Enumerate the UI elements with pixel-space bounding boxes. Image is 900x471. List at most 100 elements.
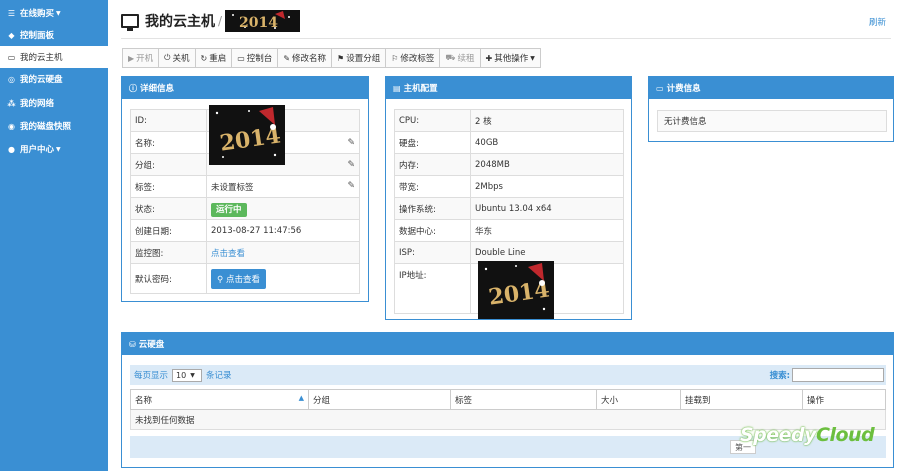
sidebar-item-label: 我的云主机 (20, 53, 63, 63)
panel-header: ⓘ 详细信息 (122, 77, 368, 99)
sidebar-item-my-hosts[interactable]: ▭ 我的云主机 (0, 46, 108, 68)
table-row: 默认密码: ⚲ 点击查看 (130, 263, 360, 294)
button-label: 开机 (136, 54, 154, 64)
column-header-mounted[interactable]: 挂载到 (680, 389, 803, 410)
row-key: 名称: (130, 131, 207, 154)
row-key: ISP: (394, 241, 471, 264)
monitor-icon: ▭ (7, 52, 16, 62)
column-header-tags[interactable]: 标签 (450, 389, 597, 410)
play-icon: ▶ (128, 53, 135, 63)
caret-down-icon: ▼ (56, 145, 61, 153)
renew-button[interactable]: ⛟ 续租 (439, 48, 481, 68)
console-icon: ▭ (237, 53, 245, 63)
status-badge: 运行中 (211, 202, 247, 217)
row-key: 创建日期: (130, 219, 207, 242)
table-row: 创建日期: 2013-08-27 11:47:56 (130, 219, 360, 242)
row-key: IP地址: (394, 263, 471, 314)
panel-header: ▭ 计费信息 (649, 77, 893, 99)
host-id-image: 2014 (209, 105, 285, 165)
snapshot-icon: ◉ (8, 121, 15, 131)
credit-card-icon: ▭ (656, 83, 664, 93)
table-row: 操作系统: Ubuntu 13.04 x64 (394, 197, 624, 220)
row-value: 2013-08-27 11:47:56 (206, 219, 360, 242)
row-key: 硬盘: (394, 131, 471, 154)
watermark-part2: Cloud (816, 424, 875, 446)
server-icon: ▤ (393, 83, 401, 93)
info-icon: ⓘ (129, 83, 137, 93)
sidebar-item-my-disks[interactable]: ◎ 我的云硬盘 (0, 68, 108, 90)
button-label: 点击查看 (225, 274, 260, 285)
caret-down-icon: ▼ (56, 9, 61, 17)
sidebar-item-purchase[interactable]: ☰ 在线购买 ▼ (0, 2, 108, 24)
row-key: CPU: (394, 109, 471, 132)
button-label: 重启 (209, 54, 227, 64)
sidebar-item-label: 在线购买 (20, 9, 55, 19)
disk-icon: ◎ (8, 74, 15, 84)
button-label: 修改名称 (292, 54, 327, 64)
table-row: 硬盘: 40GB (394, 131, 624, 154)
column-header-group[interactable]: 分组 (308, 389, 451, 410)
ip-address-image: 2014 (478, 261, 554, 319)
row-value: ⚲ 点击查看 (206, 263, 360, 294)
edit-icon: ✎ (283, 53, 291, 63)
row-value: 运行中 (206, 197, 360, 220)
button-label: 关机 (172, 54, 190, 64)
monitor-chart-link[interactable]: 点击查看 (211, 249, 245, 259)
view-password-button[interactable]: ⚲ 点击查看 (211, 268, 266, 289)
disk-icon: ⛁ (129, 339, 136, 349)
panel-title: 计费信息 (666, 84, 701, 94)
per-page-select[interactable]: 10 ▼ (172, 368, 203, 382)
edit-tags-button[interactable]: ⚐ 修改标签 (385, 48, 441, 68)
panel-title: 云硬盘 (138, 340, 165, 350)
table-row: 标签: 未设置标签 ✎ (130, 175, 360, 198)
row-key: 监控图: (130, 241, 207, 264)
button-label: 续租 (457, 54, 475, 64)
panel-title: 详细信息 (140, 84, 175, 94)
other-actions-dropdown[interactable]: ✚ 其他操作 ▼ (479, 48, 541, 68)
page-title: 我的云主机 (145, 14, 215, 30)
power-on-button[interactable]: ▶ 开机 (122, 48, 160, 68)
sidebar-item-my-network[interactable]: ⁂ 我的网络 (0, 92, 108, 114)
row-value: 点击查看 (206, 241, 360, 264)
column-header-size[interactable]: 大小 (596, 389, 681, 410)
search-input[interactable] (792, 368, 884, 382)
sidebar-item-label: 我的网络 (20, 99, 55, 109)
row-key: 带宽: (394, 175, 471, 198)
edit-icon[interactable]: ✎ (347, 160, 355, 170)
column-header-actions[interactable]: 操作 (802, 389, 886, 410)
table-row: 状态: 运行中 (130, 197, 360, 220)
restart-button[interactable]: ↻ 重启 (194, 48, 233, 68)
row-value: 40GB (470, 131, 624, 154)
rename-button[interactable]: ✎ 修改名称 (277, 48, 333, 68)
table-row: CPU: 2 核 (394, 109, 624, 132)
button-label: 设置分组 (346, 54, 381, 64)
refresh-link[interactable]: 刷新 (869, 16, 886, 28)
console-button[interactable]: ▭ 控制台 (231, 48, 279, 68)
column-header-name[interactable]: 名称 ▲ (130, 389, 309, 410)
search-icon: ⚲ (217, 274, 226, 285)
divider (121, 38, 891, 39)
power-off-button[interactable]: ⏻ 关机 (158, 48, 196, 68)
button-label: 控制台 (246, 54, 273, 64)
watermark-part1: Speedy (740, 424, 817, 446)
row-value: 华东 (470, 219, 624, 242)
row-key: 分组: (130, 153, 207, 176)
panel-header: ▤ 主机配置 (386, 77, 631, 99)
sidebar-item-user-center[interactable]: ● 用户中心 ▼ (0, 138, 108, 160)
edit-icon[interactable]: ✎ (347, 138, 355, 148)
edit-icon[interactable]: ✎ (347, 181, 355, 191)
sidebar-item-label: 我的磁盘快照 (20, 122, 72, 132)
sidebar-item-dashboard[interactable]: ◆ 控制面板 (0, 24, 108, 46)
row-value: 2Mbps (470, 175, 624, 198)
row-value: 未设置标签 ✎ (206, 175, 360, 198)
group-icon: ⚑ (337, 53, 345, 63)
dashboard-icon: ◆ (8, 30, 15, 40)
tag-value: 未设置标签 (211, 182, 254, 193)
column-label: 名称 (135, 395, 153, 406)
set-group-button[interactable]: ⚑ 设置分组 (331, 48, 387, 68)
sidebar-item-my-snapshots[interactable]: ◉ 我的磁盘快照 (0, 115, 108, 137)
caret-down-icon: ▼ (530, 54, 535, 62)
billing-panel: ▭ 计费信息 无计费信息 (648, 76, 894, 142)
table-header-row: 名称 ▲ 分组 标签 大小 挂载到 操作 (130, 389, 886, 410)
svg-text:2014: 2014 (239, 15, 278, 31)
